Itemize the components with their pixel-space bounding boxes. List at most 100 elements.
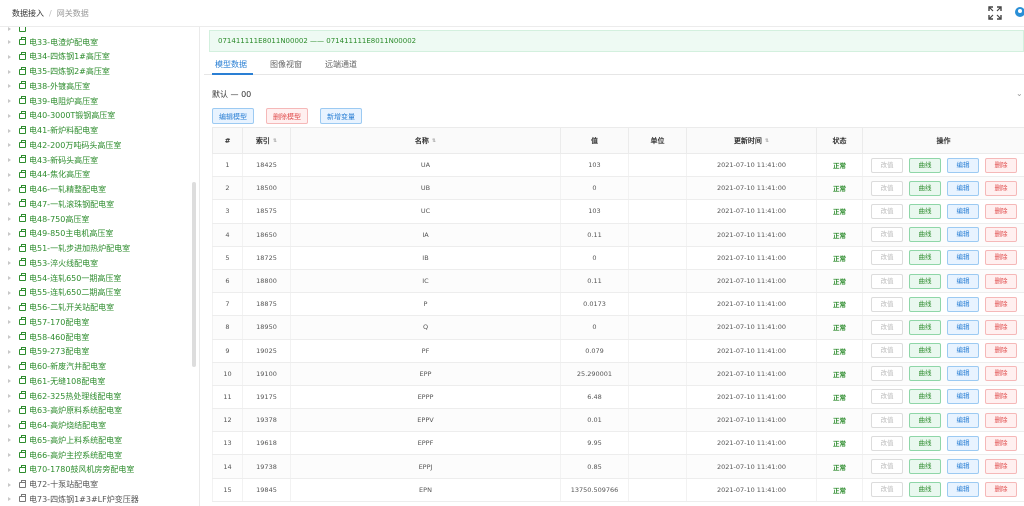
expand-arrow-icon[interactable] <box>8 172 11 177</box>
sort-icon[interactable]: ⇅ <box>432 138 436 144</box>
sidebar-tree-item[interactable]: 电60-新废汽井配电室 <box>8 360 106 374</box>
curve-button[interactable]: 曲线 <box>909 343 941 359</box>
expand-arrow-icon[interactable] <box>8 202 11 207</box>
edit-button[interactable]: 编辑 <box>947 412 979 428</box>
edit-button[interactable]: 编辑 <box>947 459 979 475</box>
sidebar-tree-item[interactable]: 电62-325热处理线配电室 <box>8 389 121 403</box>
delete-button[interactable]: 删除 <box>985 366 1017 382</box>
sidebar-tree-item[interactable]: 电61-无缝108配电室 <box>8 374 105 388</box>
edit-button[interactable]: 编辑 <box>947 227 979 243</box>
expand-arrow-icon[interactable] <box>8 290 11 295</box>
expand-arrow-icon[interactable] <box>8 40 11 44</box>
sidebar-tree-item[interactable]: 电44-焦化高压室 <box>8 168 90 182</box>
curve-button[interactable]: 曲线 <box>909 412 941 428</box>
delete-button[interactable]: 删除 <box>985 180 1017 196</box>
sidebar-tree-item[interactable]: 电42-200万吨码头高压室 <box>8 138 121 152</box>
header-index[interactable]: 索引 ⇅ <box>242 127 291 154</box>
alter-value-button[interactable]: 改值 <box>871 296 903 312</box>
curve-button[interactable]: 曲线 <box>909 157 941 173</box>
alter-value-button[interactable]: 改值 <box>871 273 903 289</box>
expand-arrow-icon[interactable] <box>8 231 11 236</box>
expand-arrow-icon[interactable] <box>8 84 11 89</box>
expand-arrow-icon[interactable] <box>8 438 11 443</box>
sidebar-tree-item[interactable]: 电66-高炉主控系统配电室 <box>8 448 122 462</box>
alter-value-button[interactable]: 改值 <box>871 250 903 266</box>
alter-value-button[interactable]: 改值 <box>871 366 903 382</box>
delete-button[interactable]: 删除 <box>985 389 1017 405</box>
sidebar-tree-item[interactable]: 电48-750高压室 <box>8 212 89 226</box>
expand-arrow-icon[interactable] <box>8 379 11 384</box>
expand-arrow-icon[interactable] <box>8 276 11 280</box>
edit-button[interactable]: 编辑 <box>947 203 979 219</box>
curve-button[interactable]: 曲线 <box>909 435 941 451</box>
sidebar-tree-item[interactable]: 电70-1780鼓风机房旁配电室 <box>8 463 134 477</box>
expand-arrow-icon[interactable] <box>8 482 11 487</box>
delete-button[interactable]: 删除 <box>985 157 1017 173</box>
expand-arrow-icon[interactable] <box>8 467 11 472</box>
delete-button[interactable]: 删除 <box>985 273 1017 289</box>
alter-value-button[interactable]: 改值 <box>871 389 903 405</box>
sidebar-tree-item[interactable]: 电35-四炼钢2#高压室 <box>8 65 110 79</box>
tab-model-data[interactable]: 模型数据 <box>215 59 247 70</box>
expand-arrow-icon[interactable] <box>8 453 11 457</box>
chevron-down-icon[interactable]: ⌄ <box>1016 89 1023 98</box>
expand-arrow-icon[interactable] <box>8 113 11 118</box>
delete-button[interactable]: 删除 <box>985 296 1017 312</box>
expand-arrow-icon[interactable] <box>8 497 11 502</box>
sort-icon[interactable]: ⇅ <box>273 138 277 144</box>
expand-arrow-icon[interactable] <box>8 69 11 74</box>
edit-button[interactable]: 编辑 <box>947 180 979 196</box>
expand-arrow-icon[interactable] <box>8 261 11 266</box>
curve-button[interactable]: 曲线 <box>909 482 941 498</box>
sidebar-tree-item[interactable]: 电73-四炼钢1#3#LF炉变压器 <box>8 492 139 506</box>
sidebar-tree-item[interactable]: 电33-电渣炉配电室 <box>8 35 98 49</box>
expand-arrow-icon[interactable] <box>8 54 11 59</box>
edit-button[interactable]: 编辑 <box>947 273 979 289</box>
delete-button[interactable]: 删除 <box>985 412 1017 428</box>
alter-value-button[interactable]: 改值 <box>871 459 903 475</box>
curve-button[interactable]: 曲线 <box>909 319 941 335</box>
sidebar-tree-item[interactable]: 电65-高炉上料系统配电室 <box>8 433 122 447</box>
sidebar-tree-item[interactable]: 电41-新炉料配电室 <box>8 124 98 138</box>
expand-arrow-icon[interactable] <box>8 320 11 325</box>
curve-button[interactable]: 曲线 <box>909 459 941 475</box>
sidebar-tree-item[interactable]: 电47-一轧滚珠钢配电室 <box>8 197 114 211</box>
curve-button[interactable]: 曲线 <box>909 180 941 196</box>
alter-value-button[interactable]: 改值 <box>871 412 903 428</box>
sidebar-tree-item[interactable]: 电51-一轧步进加热炉配电室 <box>8 242 130 256</box>
expand-arrow-icon[interactable] <box>8 364 11 369</box>
expand-arrow-icon[interactable] <box>8 158 11 162</box>
expand-arrow-icon[interactable] <box>8 143 11 148</box>
alter-value-button[interactable]: 改值 <box>871 203 903 219</box>
sidebar-tree-item[interactable]: 电38-外镀高压室 <box>8 79 90 93</box>
sort-icon[interactable]: ⇅ <box>765 138 769 144</box>
sidebar-tree-item[interactable]: 电56-二轧开关站配电室 <box>8 301 114 315</box>
edit-button[interactable]: 编辑 <box>947 157 979 173</box>
tab-remote-channel[interactable]: 远端通道 <box>325 59 357 70</box>
sidebar-tree-item[interactable]: 电40-3000T锻钢高压室 <box>8 109 115 123</box>
delete-button[interactable]: 删除 <box>985 250 1017 266</box>
sidebar-tree-item[interactable]: 电54-连轧650一期高压室 <box>8 271 121 285</box>
edit-button[interactable]: 编辑 <box>947 366 979 382</box>
delete-button[interactable]: 删除 <box>985 203 1017 219</box>
curve-button[interactable]: 曲线 <box>909 227 941 243</box>
curve-button[interactable]: 曲线 <box>909 273 941 289</box>
sidebar-tree-item[interactable]: 电59-273配电室 <box>8 345 89 359</box>
user-avatar-icon[interactable] <box>1012 5 1024 21</box>
edit-button[interactable]: 编辑 <box>947 389 979 405</box>
edit-button[interactable]: 编辑 <box>947 296 979 312</box>
sidebar-tree-item[interactable]: 电39-电阻炉高压室 <box>8 94 98 108</box>
expand-arrow-icon[interactable] <box>8 187 11 192</box>
alter-value-button[interactable]: 改值 <box>871 435 903 451</box>
sidebar-tree-item[interactable]: 电53-淬火线配电室 <box>8 256 98 270</box>
expand-arrow-icon[interactable] <box>8 217 11 221</box>
delete-button[interactable]: 删除 <box>985 459 1017 475</box>
curve-button[interactable]: 曲线 <box>909 250 941 266</box>
expand-arrow-icon[interactable] <box>8 394 11 398</box>
delete-model-button[interactable]: 删除模型 <box>266 108 308 124</box>
curve-button[interactable]: 曲线 <box>909 366 941 382</box>
delete-button[interactable]: 删除 <box>985 435 1017 451</box>
edit-button[interactable]: 编辑 <box>947 319 979 335</box>
edit-model-button[interactable]: 编辑模型 <box>212 108 254 124</box>
expand-arrow-icon[interactable] <box>8 128 11 133</box>
